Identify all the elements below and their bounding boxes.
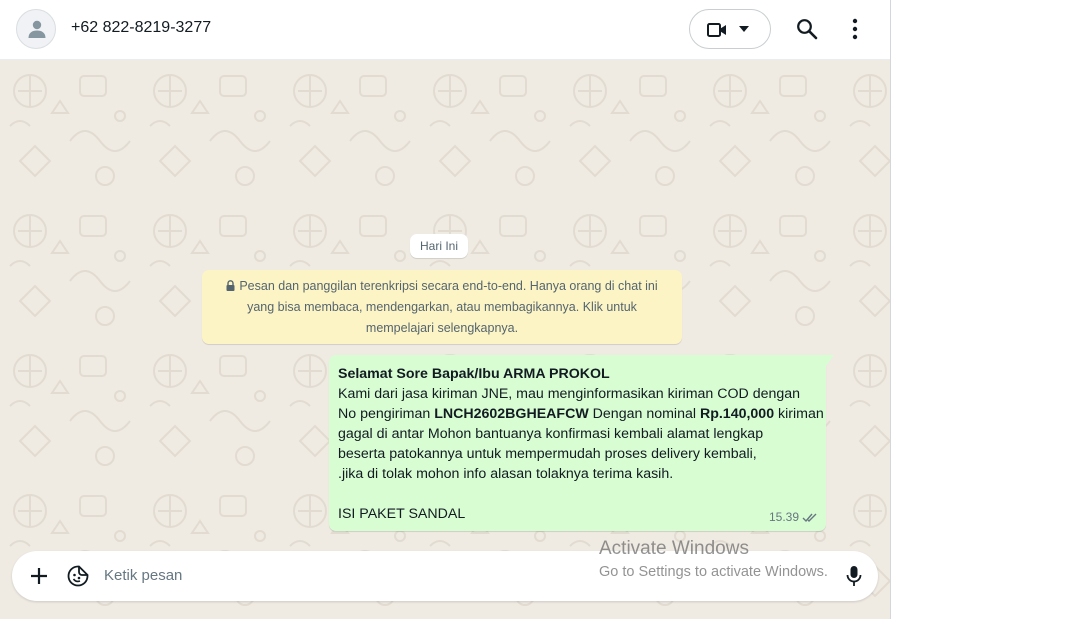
date-chip: Hari Ini <box>410 234 469 258</box>
cod-amount: Rp.140,000 <box>699 406 775 422</box>
bubble-tail <box>826 355 834 366</box>
message-line-4: gagal di antar Mohon bantuanya konfirmas… <box>338 426 764 442</box>
message-line-5: beserta patokannya untuk mempermudah pro… <box>338 446 757 462</box>
encryption-notice-line3: mempelajari selengkapnya. <box>365 321 519 335</box>
search-icon[interactable] <box>796 18 818 40</box>
message-line-7: ISI PAKET SANDAL <box>338 506 466 522</box>
tracking-number: LNCH2602BGHEAFCW <box>434 406 589 422</box>
message-line-2: Kami dari jasa kiriman JNE, mau menginfo… <box>338 386 801 402</box>
plus-icon[interactable] <box>30 567 48 585</box>
video-call-icon <box>707 23 726 37</box>
encryption-notice-line1: Pesan dan panggilan terenkripsi secara e… <box>239 279 658 293</box>
message-line-3b: Dengan nominal <box>588 406 700 422</box>
message-line-3a: No pengiriman <box>338 406 435 422</box>
activate-windows-watermark: Activate Windows Go to Settings to activ… <box>599 537 828 583</box>
message-line-6: .jika di tolak mohon info alasan tolakny… <box>338 466 674 482</box>
more-vertical-icon[interactable] <box>845 18 865 40</box>
double-check-icon <box>802 513 817 522</box>
outgoing-message[interactable]: Selamat Sore Bapak/Ibu ARMA PROKOL Kami … <box>329 355 834 531</box>
watermark-title: Activate Windows <box>599 538 749 559</box>
avatar[interactable] <box>16 9 56 49</box>
contact-name[interactable]: +62 822-8219-3277 <box>71 19 211 37</box>
person-icon <box>28 20 46 38</box>
video-call-button[interactable] <box>689 9 771 49</box>
chat-header: +62 822-8219-3277 <box>0 0 890 60</box>
message-greeting: Selamat Sore Bapak/Ibu ARMA PROKOL <box>338 366 610 382</box>
microphone-icon[interactable] <box>846 565 862 587</box>
encryption-notice[interactable]: Pesan dan panggilan terenkripsi secara e… <box>202 270 682 344</box>
lock-icon <box>226 280 235 291</box>
watermark-subtitle: Go to Settings to activate Windows. <box>599 564 828 580</box>
encryption-notice-line2: yang bisa membaca, mendengarkan, atau me… <box>247 300 637 314</box>
message-meta: 15.39 <box>769 507 818 527</box>
chat-window: +62 822-8219-3277 Hari Ini Pesan dan pan… <box>0 0 891 619</box>
chevron-down-icon <box>739 26 749 32</box>
chat-area[interactable]: Hari Ini Pesan dan panggilan terenkripsi… <box>0 61 890 619</box>
sticker-icon[interactable] <box>67 565 89 587</box>
message-time: 15.39 <box>768 510 799 524</box>
message-input[interactable]: Ketik pesan <box>104 567 182 584</box>
blank-panel <box>891 0 1087 619</box>
message-line-3c: kiriman <box>774 406 824 422</box>
